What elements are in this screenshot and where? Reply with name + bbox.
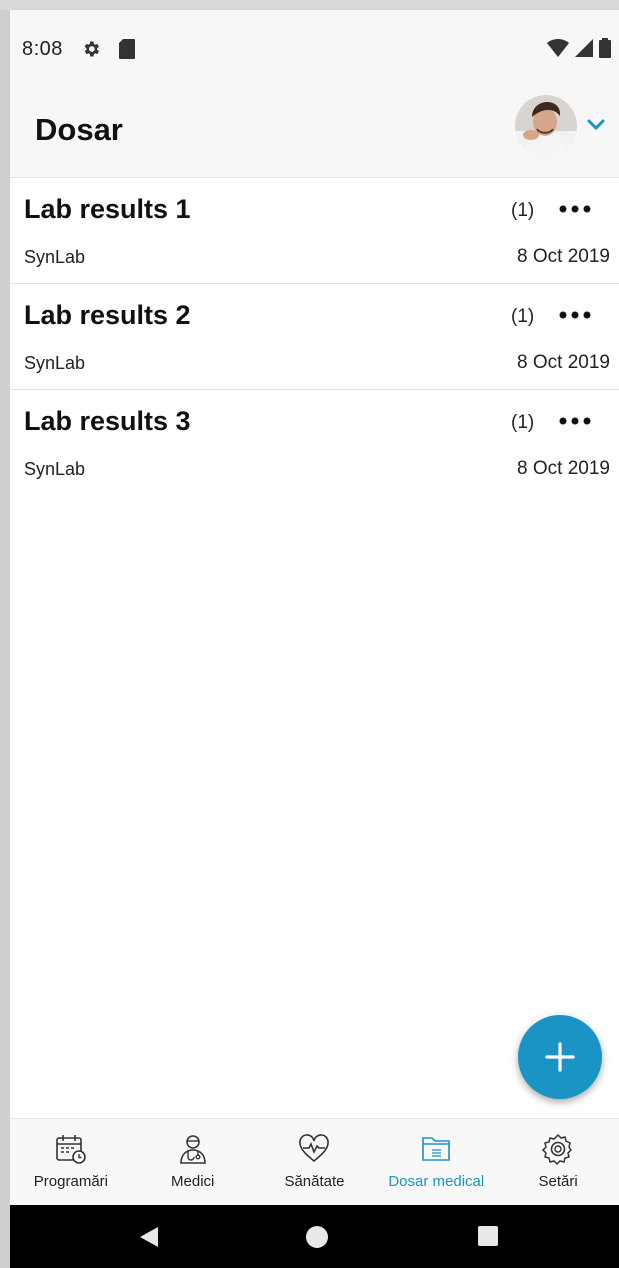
signal-icon bbox=[575, 39, 593, 63]
sd-card-icon bbox=[118, 39, 135, 59]
bottom-navigation: Programări Medici Sănătate Dosar medical… bbox=[10, 1118, 619, 1205]
record-title: Lab results 2 bbox=[24, 300, 191, 330]
wifi-icon bbox=[547, 38, 569, 63]
tab-label: Dosar medical bbox=[388, 1173, 485, 1190]
tab-label: Medici bbox=[171, 1173, 215, 1190]
plus-icon bbox=[545, 1042, 575, 1072]
back-icon[interactable] bbox=[138, 1225, 160, 1254]
record-count: (1) bbox=[511, 200, 535, 221]
tab-sanatate[interactable]: Sănătate bbox=[254, 1119, 376, 1205]
status-bar: 8:08 bbox=[10, 10, 619, 88]
folder-icon bbox=[422, 1137, 451, 1161]
tab-programari[interactable]: Programări bbox=[10, 1119, 132, 1205]
app-bar: Dosar bbox=[10, 88, 619, 178]
user-avatar[interactable] bbox=[515, 95, 577, 157]
record-lab: SynLab bbox=[24, 459, 86, 479]
tab-medici[interactable]: Medici bbox=[132, 1119, 254, 1205]
record-row[interactable]: Lab results 3 (1) SynLab 8 Oct 2019 bbox=[10, 390, 619, 496]
record-count: (1) bbox=[511, 306, 535, 327]
tab-label: Programări bbox=[33, 1173, 108, 1190]
more-options-icon[interactable] bbox=[555, 304, 595, 326]
calendar-icon bbox=[56, 1135, 86, 1164]
battery-icon bbox=[599, 38, 611, 64]
tab-dosar-medical[interactable]: Dosar medical bbox=[375, 1119, 497, 1205]
heartbeat-icon bbox=[299, 1134, 330, 1163]
home-icon[interactable] bbox=[305, 1225, 329, 1254]
page-title: Dosar bbox=[35, 112, 123, 147]
chevron-down-icon[interactable] bbox=[586, 118, 606, 137]
record-date: 8 Oct 2019 bbox=[517, 352, 610, 373]
tab-setari[interactable]: Setări bbox=[497, 1119, 619, 1205]
tab-label: Setări bbox=[538, 1173, 578, 1190]
settings-icon bbox=[542, 1133, 573, 1166]
records-list: Lab results 1 (1) SynLab 8 Oct 2019 Lab … bbox=[10, 178, 619, 496]
record-row[interactable]: Lab results 2 (1) SynLab 8 Oct 2019 bbox=[10, 284, 619, 390]
screenshot-frame-left bbox=[0, 10, 10, 1268]
record-lab: SynLab bbox=[24, 353, 86, 373]
record-date: 8 Oct 2019 bbox=[517, 458, 610, 479]
screenshot-frame-top bbox=[0, 0, 619, 10]
record-lab: SynLab bbox=[24, 247, 86, 267]
record-title: Lab results 1 bbox=[24, 194, 191, 224]
phone-screen: 8:08 Dosar Lab results 1 (1) SynLab 8 Oc… bbox=[10, 10, 619, 1268]
gear-icon bbox=[81, 39, 101, 59]
status-time: 8:08 bbox=[22, 37, 63, 60]
record-date: 8 Oct 2019 bbox=[517, 246, 610, 267]
add-record-button[interactable] bbox=[518, 1015, 602, 1099]
more-options-icon[interactable] bbox=[555, 198, 595, 220]
system-navigation-bar bbox=[10, 1205, 619, 1268]
more-options-icon[interactable] bbox=[555, 410, 595, 432]
record-count: (1) bbox=[511, 412, 535, 433]
doctor-icon bbox=[179, 1135, 206, 1164]
recents-icon[interactable] bbox=[477, 1225, 499, 1252]
record-row[interactable]: Lab results 1 (1) SynLab 8 Oct 2019 bbox=[10, 178, 619, 284]
tab-label: Sănătate bbox=[284, 1173, 345, 1190]
record-title: Lab results 3 bbox=[24, 406, 191, 436]
